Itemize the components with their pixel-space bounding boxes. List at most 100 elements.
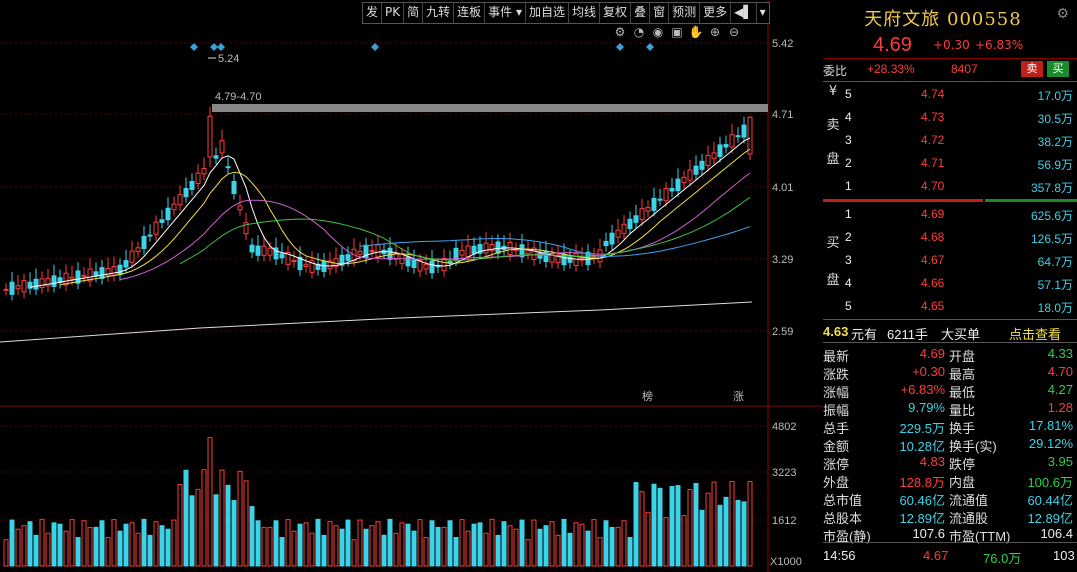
sell-button[interactable]: 卖 — [1021, 61, 1043, 77]
big-buy-text2: 大买单 — [941, 327, 981, 342]
volume-bar — [525, 539, 531, 567]
volume-bar — [657, 487, 663, 567]
volume-bar — [63, 530, 69, 567]
toolbar-button[interactable]: 发 — [363, 3, 383, 23]
buy-row[interactable]: 2 4.68 126.5万 — [823, 228, 1077, 248]
volume-bar — [297, 523, 303, 567]
volume-bar — [405, 523, 411, 567]
stat-row: 涨停 4.83 跌停 3.95 — [823, 452, 1077, 472]
tick-row: 14:56 4.67 76.0万 103 — [823, 546, 1077, 566]
y-tick-label: 4.71 — [772, 109, 793, 121]
sell-label-2: 盘 — [826, 152, 840, 167]
volume-bar — [579, 523, 585, 567]
toolbar-button[interactable]: 叠 — [631, 3, 651, 23]
gear-icon[interactable]: ⚙ — [1056, 6, 1069, 22]
volume-bar — [423, 537, 429, 567]
stat-value: 4.70 — [1047, 364, 1073, 379]
volume-bar — [399, 522, 405, 567]
toolbar-button[interactable]: ◀▌ — [731, 3, 757, 23]
tick-count: 103 — [1053, 548, 1075, 563]
toolbar-button[interactable]: 更多 — [700, 3, 732, 23]
gear-small-icon[interactable]: ⚙ — [612, 24, 628, 40]
weibi-diff: 8407 — [951, 62, 978, 76]
buy-price: 4.66 — [921, 276, 945, 290]
lock-icon[interactable]: ▣ — [669, 24, 685, 40]
volume-bar — [267, 526, 273, 567]
kline-chart-panel[interactable]: 5.42 4.71 4.01 3.29 2.59 4802 3223 1612 X1000 4.7… — [0, 0, 822, 572]
volume-bar — [429, 520, 435, 567]
candle-body — [261, 245, 267, 256]
tick-price: 4.67 — [923, 548, 949, 563]
volume-bar — [339, 528, 345, 567]
volume-bar — [3, 539, 9, 567]
toolbar-button[interactable]: ▾ — [757, 3, 769, 23]
stat-value: 9.79% — [908, 400, 945, 415]
candle-body — [117, 264, 123, 276]
candle-body — [615, 229, 621, 238]
candle-body — [717, 144, 723, 157]
toolbar-button[interactable]: 均线 — [569, 3, 601, 23]
volume-bar — [717, 504, 723, 567]
volume-bar — [321, 534, 327, 567]
buy-row[interactable]: 4 4.66 57.1万 — [823, 274, 1077, 294]
candle-body — [129, 250, 135, 263]
plus-circle-icon[interactable]: ⊕ — [707, 24, 723, 40]
candle-body — [153, 221, 159, 235]
volume-bar — [609, 526, 615, 567]
toolbar-button[interactable]: 九转 — [423, 3, 455, 23]
toolbar-button[interactable]: 连板 — [454, 3, 486, 23]
yen-label: ¥ — [828, 84, 838, 99]
buy-row[interactable]: 3 4.67 64.7万 — [823, 251, 1077, 271]
volume-bar — [99, 520, 105, 567]
candle-body — [357, 250, 363, 255]
big-buy-link[interactable]: 点击查看 — [1009, 324, 1061, 343]
sell-level: 5 — [845, 87, 852, 101]
stat-row: 外盘 128.8万 内盘 100.6万 — [823, 470, 1077, 490]
volume-bar — [255, 520, 261, 567]
sell-row[interactable]: 1 4.70 357.8万 — [823, 177, 1077, 197]
kline-chart[interactable]: 5.42 4.71 4.01 3.29 2.59 4802 3223 1612 X1000 4.7… — [0, 0, 822, 572]
volume-bar — [201, 469, 207, 567]
volume-bar — [573, 522, 579, 567]
sell-row[interactable]: 4 4.73 30.5万 — [823, 108, 1077, 128]
volume-bar — [495, 534, 501, 567]
candle-body — [213, 155, 219, 159]
sell-row[interactable]: 3 4.72 38.2万 — [823, 131, 1077, 151]
toolbar-button[interactable]: 加自选 — [526, 3, 570, 23]
sell-price: 4.71 — [921, 156, 945, 170]
volume-bar — [189, 495, 195, 567]
volume-bar — [543, 525, 549, 567]
toolbar-button[interactable]: PK — [382, 3, 405, 23]
candle-body — [603, 240, 609, 247]
volume-bar — [285, 519, 291, 567]
buy-row[interactable]: 1 4.69 625.6万 — [823, 205, 1077, 225]
candle-body — [429, 260, 435, 274]
hand-icon[interactable]: ✋ — [688, 24, 704, 40]
toolbar-button[interactable]: 复权 — [600, 3, 632, 23]
toolbar-button[interactable]: 事件 ▾ — [485, 3, 527, 23]
stat-value: 4.33 — [1047, 346, 1073, 361]
sell-row[interactable]: 2 4.71 56.9万 — [823, 154, 1077, 174]
gap-band — [212, 104, 768, 112]
candle-body — [387, 247, 393, 260]
toolbar-button[interactable]: 预测 — [669, 3, 701, 23]
toolbar-button[interactable]: 窗 — [650, 3, 670, 23]
sell-level: 2 — [845, 156, 852, 170]
eye-icon[interactable]: ◉ — [650, 24, 666, 40]
sell-row[interactable]: 5 4.74 17.0万 — [823, 85, 1077, 105]
vol-tick-label: 3223 — [772, 467, 796, 479]
event-diamond — [217, 43, 225, 51]
minus-circle-icon[interactable]: ⊖ — [726, 24, 742, 40]
bell-icon[interactable]: ◔ — [631, 24, 647, 40]
stat-value: 1.28 — [1047, 400, 1073, 415]
buy-row[interactable]: 5 4.65 18.0万 — [823, 297, 1077, 317]
toolbar-button[interactable]: 简 — [404, 3, 424, 23]
buy-button[interactable]: 买 — [1047, 61, 1069, 77]
volume-bar — [153, 521, 159, 567]
stat-row: 市盈(静) 107.6 市盈(TTM) 106.4 — [823, 524, 1077, 544]
volume-bar — [345, 519, 351, 567]
stat-value: 17.81% — [1028, 418, 1073, 433]
volume-bar — [129, 522, 135, 567]
volume-bar — [675, 485, 681, 567]
candle-body — [705, 154, 711, 167]
